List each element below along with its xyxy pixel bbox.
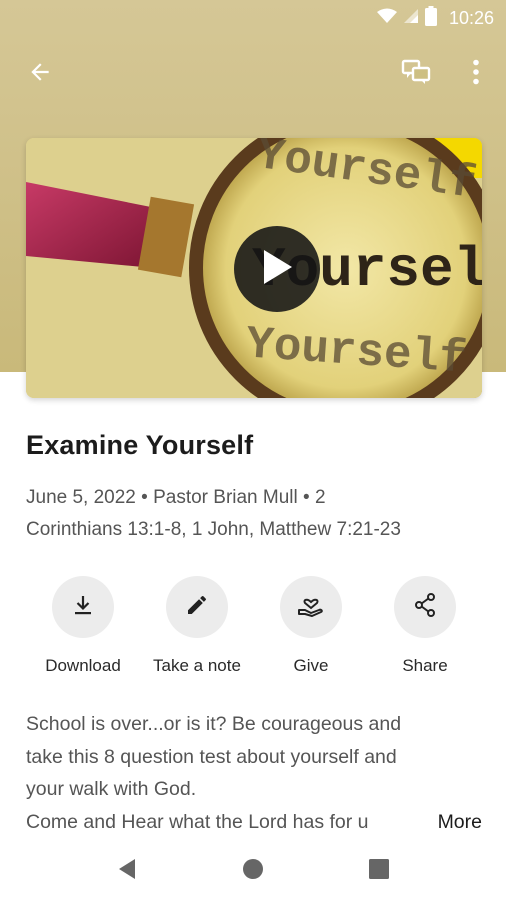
- download-icon: [71, 593, 95, 622]
- nav-recents-icon: [369, 858, 389, 884]
- share-icon: [413, 592, 437, 623]
- download-circle: [52, 576, 114, 638]
- description-line-2: take this 8 question test about yourself…: [26, 745, 397, 768]
- description-line-4-row: Come and Hear what the Lord has for u: [26, 806, 478, 839]
- sermon-meta: June 5, 2022 • Pastor Brian Mull • 2 Cor…: [26, 482, 486, 546]
- sermon-meta-line-2: Corinthians 13:1-8, 1 John, Matthew 7:21…: [26, 519, 401, 540]
- take-a-note-button[interactable]: Take a note: [139, 576, 255, 676]
- give-hand-heart-icon: [297, 592, 325, 623]
- take-a-note-circle: [166, 576, 228, 638]
- notes-button[interactable]: [396, 54, 436, 94]
- status-time: 10:26: [448, 7, 494, 28]
- nav-back-icon: [117, 858, 137, 885]
- download-button[interactable]: Download: [25, 576, 141, 676]
- battery-icon: [424, 5, 437, 31]
- description-line-3: your walk with God.: [26, 778, 197, 800]
- play-icon: [260, 248, 294, 291]
- status-bar: 10:26: [0, 0, 506, 36]
- sermon-meta-line-1: June 5, 2022 • Pastor Brian Mull • 2: [26, 487, 326, 508]
- back-button[interactable]: [20, 54, 60, 94]
- system-navigation-bar: [0, 840, 506, 900]
- take-a-note-label: Take a note: [153, 656, 241, 675]
- share-circle: [394, 576, 456, 638]
- share-button[interactable]: Share: [367, 576, 483, 676]
- pencil-icon: [185, 593, 209, 622]
- nav-recents-button[interactable]: [362, 854, 396, 888]
- description-line-4: Come and Hear what the Lord has for u: [26, 810, 369, 833]
- more-options-button[interactable]: [456, 54, 496, 94]
- app-bar: [0, 48, 506, 100]
- arrow-back-icon: [27, 59, 53, 90]
- give-label: Give: [293, 656, 329, 675]
- download-label: Download: [45, 656, 121, 675]
- nav-home-icon: [242, 858, 264, 885]
- wifi-icon: [376, 8, 397, 29]
- video-player[interactable]: Yourself Yourself Yourself: [26, 138, 482, 398]
- notes-icon: [401, 58, 431, 91]
- description-line-1: School is over...or is it? Be courageous…: [26, 713, 402, 735]
- nav-home-button[interactable]: [236, 854, 270, 888]
- play-button[interactable]: [234, 226, 320, 312]
- more-vert-icon: [472, 59, 480, 90]
- share-label: Share: [402, 656, 448, 675]
- give-circle: [280, 576, 342, 638]
- sermon-title: Examine Yourself: [26, 430, 254, 460]
- nav-back-button[interactable]: [110, 854, 144, 888]
- sermon-description: School is over...or is it? Be courageous…: [26, 708, 482, 839]
- cellular-signal-icon: [403, 8, 419, 29]
- give-button[interactable]: Give: [253, 576, 369, 676]
- action-row: Download Take a note Give Share: [0, 576, 506, 686]
- more-link[interactable]: More: [438, 806, 482, 839]
